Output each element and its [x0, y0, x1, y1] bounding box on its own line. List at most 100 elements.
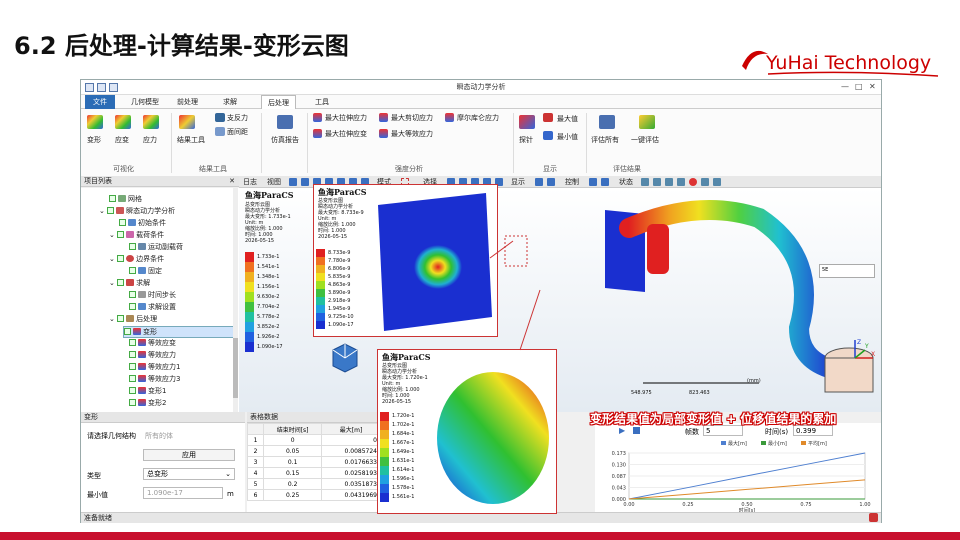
checkbox[interactable] — [129, 303, 136, 310]
deformation-button[interactable]: 变形 — [87, 135, 101, 145]
checkbox[interactable] — [129, 291, 136, 298]
view-cube-icon[interactable] — [325, 338, 365, 378]
tree-scrollbar-thumb[interactable] — [233, 338, 238, 398]
menu-postprocess[interactable]: 后处理 — [261, 95, 296, 109]
menu-tools[interactable]: 工具 — [315, 95, 329, 109]
table-row[interactable]: 100 — [247, 434, 381, 446]
stop-icon[interactable] — [633, 427, 640, 434]
state-icon-3[interactable] — [665, 178, 673, 186]
tree-item-time-step[interactable]: 时间步长 — [129, 290, 176, 300]
strain-button[interactable]: 应变 — [115, 135, 129, 145]
checkbox[interactable] — [107, 207, 115, 214]
one-click-evaluate-button[interactable]: 一键评估 — [631, 135, 659, 145]
fit-icon[interactable] — [601, 178, 609, 186]
menu-geometry[interactable]: 几何模型 — [131, 95, 159, 109]
tree-item-eq-stress[interactable]: 等效应力 — [129, 350, 176, 360]
state-icon-2[interactable] — [653, 178, 661, 186]
geometry-value[interactable]: 所有的体 — [145, 431, 173, 441]
toolbar-view[interactable]: 视图 — [267, 177, 281, 187]
checkbox[interactable] — [117, 255, 125, 262]
table-row[interactable]: 4 0.15 0.0258193 — [247, 467, 381, 479]
max-value-button[interactable]: 最大值 — [557, 114, 578, 124]
table-row[interactable]: 6 0.25 0.0431969 — [247, 489, 381, 501]
checkbox[interactable] — [117, 315, 125, 322]
checkbox[interactable] — [129, 387, 136, 394]
table-row[interactable]: 2 0.05 0.0085724 — [247, 445, 381, 457]
state-icon-6[interactable] — [713, 178, 721, 186]
tree-item-joint-load[interactable]: 运动副载荷 — [129, 242, 183, 252]
state-icon-5[interactable] — [701, 178, 709, 186]
toolbar-state[interactable]: 状态 — [619, 177, 633, 187]
checkbox[interactable] — [129, 399, 136, 406]
display-shaded-icon[interactable] — [535, 178, 543, 186]
pan-icon[interactable] — [589, 178, 597, 186]
menu-preprocess[interactable]: 前处理 — [177, 95, 198, 109]
checkbox[interactable] — [129, 267, 136, 274]
type-select[interactable]: 总变形 ⌄ — [143, 468, 235, 480]
probe-button[interactable]: 探针 — [519, 135, 533, 145]
tree-item-solve[interactable]: ⌄ 求解 — [109, 278, 150, 288]
min-value-button[interactable]: 最小值 — [557, 132, 578, 142]
report-button[interactable]: 仿真报告 — [271, 135, 299, 145]
checkbox[interactable] — [129, 243, 136, 250]
table-row[interactable]: 3 0.1 0.0176633 — [247, 456, 381, 468]
checkbox[interactable] — [129, 339, 136, 346]
tree-item-loads[interactable]: ⌄ 载荷条件 — [109, 230, 164, 240]
checkbox[interactable] — [109, 195, 116, 202]
tree-item-transient-analysis[interactable]: ⌄ 瞬态动力学分析 — [99, 206, 175, 216]
display-wire-icon[interactable] — [547, 178, 555, 186]
max-tensile-strain-button[interactable]: 最大拉伸应变 — [325, 129, 367, 139]
tree-item-boundary[interactable]: ⌄ 边界条件 — [109, 254, 164, 264]
mini-window[interactable]: 5E — [819, 264, 875, 278]
toolbar-control[interactable]: 控制 — [565, 177, 579, 187]
checkbox[interactable] — [124, 328, 131, 335]
state-icon-4[interactable] — [677, 178, 685, 186]
tree-item-mesh[interactable]: 网格 — [109, 194, 142, 204]
reaction-force-button[interactable]: 支反力 — [227, 113, 248, 123]
apply-button[interactable]: 应用 — [143, 449, 235, 461]
panel-close-icon[interactable]: ✕ — [229, 176, 235, 187]
checkbox[interactable] — [117, 231, 125, 238]
tree-item-deformation-1[interactable]: 变形1 — [129, 386, 166, 396]
checkbox[interactable] — [117, 279, 125, 286]
gap-button[interactable]: 面间距 — [227, 127, 248, 137]
tree-item-eq-stress-1[interactable]: 等效应力1 — [129, 362, 180, 372]
tree-scrollbar[interactable] — [233, 188, 238, 412]
max-equivalent-stress-button[interactable]: 最大等效应力 — [391, 129, 433, 139]
tree-item-initial-conditions[interactable]: 初始条件 — [119, 218, 166, 228]
toolbar-log[interactable]: 日志 — [243, 177, 257, 187]
evaluate-all-button[interactable]: 评估所有 — [591, 135, 619, 145]
table-row[interactable]: 5 0.2 0.0351873 — [247, 478, 381, 490]
checkbox[interactable] — [129, 351, 136, 358]
max-tensile-stress-button[interactable]: 最大拉伸应力 — [325, 113, 367, 123]
record-icon[interactable] — [689, 178, 697, 186]
result-tools-button[interactable]: 结果工具 — [177, 135, 205, 145]
min-value-input[interactable]: 1.090e-17 — [143, 487, 223, 499]
tree-item-deformation-2[interactable]: 变形2 — [129, 398, 166, 408]
notification-icon[interactable] — [869, 513, 878, 522]
state-icon-1[interactable] — [641, 178, 649, 186]
tree-item-postprocess[interactable]: ⌄ 后处理 — [109, 314, 157, 324]
minimize-icon[interactable]: — — [841, 82, 849, 91]
legend-swatch — [316, 305, 325, 313]
view-front-icon[interactable] — [289, 178, 297, 186]
tree-item-eq-strain[interactable]: 等效应变 — [129, 338, 176, 348]
tree-item-fixed[interactable]: 固定 — [129, 266, 162, 276]
stress-button[interactable]: 应力 — [143, 135, 157, 145]
tree-item-deformation[interactable]: 变形 — [123, 326, 237, 338]
mohr-coulomb-button[interactable]: 摩尔库仑应力 — [457, 113, 499, 123]
checkbox[interactable] — [129, 363, 136, 370]
checkbox[interactable] — [119, 219, 126, 226]
table-cell: 3 — [247, 456, 265, 468]
menu-solve[interactable]: 求解 — [223, 95, 237, 109]
play-icon[interactable]: ▶ — [619, 426, 625, 435]
toolbar-display[interactable]: 显示 — [511, 177, 525, 187]
maximize-icon[interactable]: □ — [855, 82, 863, 91]
menu-file[interactable]: 文件 — [85, 95, 115, 109]
checkbox[interactable] — [129, 375, 136, 382]
tree-item-solver-settings[interactable]: 求解设置 — [129, 302, 176, 312]
max-shear-stress-button[interactable]: 最大剪切应力 — [391, 113, 433, 123]
tree-item-eq-stress-3[interactable]: 等效应力3 — [129, 374, 180, 384]
close-icon[interactable]: ✕ — [869, 82, 876, 91]
view-back-icon[interactable] — [301, 178, 309, 186]
